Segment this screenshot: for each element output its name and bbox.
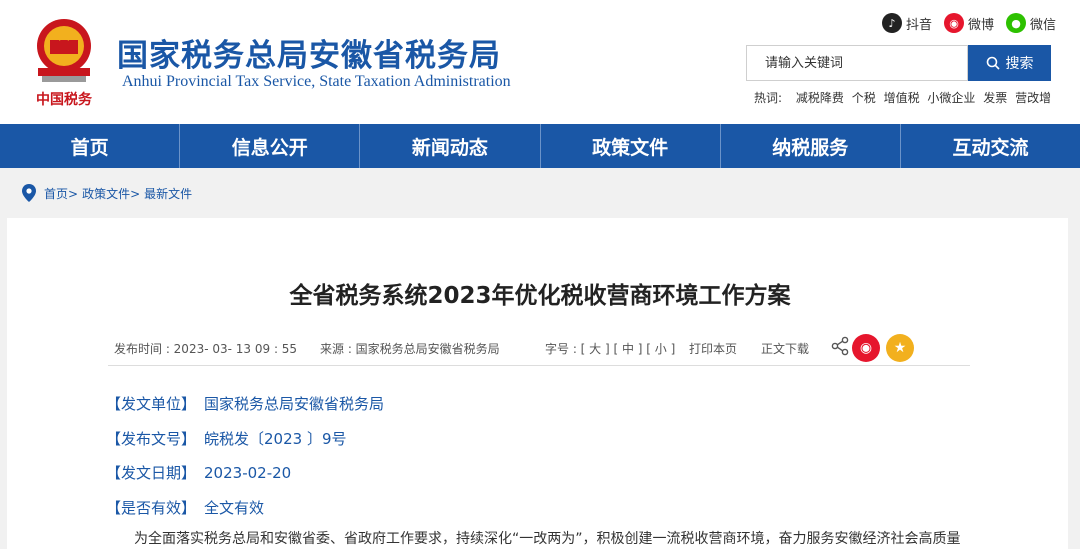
nav-item-policy[interactable]: 政策文件 bbox=[541, 124, 721, 168]
field-issuing-unit: 【发文单位】 国家税务总局安徽省税务局 bbox=[106, 393, 384, 414]
article-title: 全省税务系统2023年优化税收营商环境工作方案 bbox=[289, 283, 791, 309]
nav-item-interaction[interactable]: 互动交流 bbox=[901, 124, 1080, 168]
search-button[interactable]: 搜索 bbox=[968, 45, 1051, 81]
douyin-icon: ♪ bbox=[882, 13, 902, 33]
field-value: 2023-02-20 bbox=[204, 464, 292, 482]
douyin-link[interactable]: ♪ 抖音 bbox=[882, 12, 932, 34]
meta-divider bbox=[108, 365, 970, 366]
hot-word[interactable]: 小微企业 bbox=[927, 91, 975, 105]
wechat-link[interactable]: ● 微信 bbox=[1006, 12, 1056, 34]
nav-item-home[interactable]: 首页 bbox=[0, 124, 181, 168]
weibo-link[interactable]: ◉ 微博 bbox=[944, 12, 994, 34]
field-value: 全文有效 bbox=[204, 499, 265, 517]
site-subtitle: Anhui Provincial Tax Service, State Taxa… bbox=[122, 73, 511, 90]
field-issue-date: 【发文日期】 2023-02-20 bbox=[106, 462, 291, 483]
field-value: 皖税发〔2023 〕9号 bbox=[204, 430, 347, 448]
hot-word[interactable]: 减税降费 bbox=[796, 91, 844, 105]
site-header: 中国税务 国家税务总局安徽省税务局 Anhui Provincial Tax S… bbox=[0, 0, 1080, 124]
hot-word[interactable]: 营改增 bbox=[1015, 91, 1051, 105]
publish-time: 发布时间 : 2023- 03- 13 09 : 55 bbox=[114, 342, 298, 356]
douyin-label: 抖音 bbox=[906, 17, 933, 33]
main-nav: 首页 信息公开 新闻动态 政策文件 纳税服务 互动交流 bbox=[0, 124, 1080, 168]
print-link[interactable]: 打印本页 bbox=[689, 340, 737, 357]
national-emblem-logo[interactable]: 中国税务 bbox=[24, 14, 104, 110]
article-source: 来源 : 国家税务总局安徽省税务局 bbox=[320, 342, 500, 356]
field-label: 【发布文号】 bbox=[106, 430, 197, 448]
weibo-icon: ◉ bbox=[944, 13, 964, 33]
field-label: 【发文日期】 bbox=[106, 464, 197, 482]
search-button-label: 搜索 bbox=[1005, 56, 1034, 72]
breadcrumb-policy[interactable]: 政策文件> bbox=[82, 185, 140, 202]
wechat-icon: ● bbox=[1006, 13, 1026, 33]
favorite-star-icon[interactable]: ★ bbox=[886, 334, 914, 362]
hot-word[interactable]: 发票 bbox=[983, 91, 1007, 105]
breadcrumb: 首页> 政策文件> 最新文件 bbox=[22, 184, 192, 202]
field-document-number: 【发布文号】 皖税发〔2023 〕9号 bbox=[106, 428, 347, 449]
hot-words-label: 热词: bbox=[754, 91, 783, 105]
article-body: 为全面落实税务总局和安徽省委、省政府工作要求，持续深化“一改两为”，积极创建一流… bbox=[134, 531, 961, 547]
field-value: 国家税务总局安徽省税务局 bbox=[204, 395, 385, 413]
site-title: 国家税务总局安徽省税务局 bbox=[117, 38, 501, 74]
wechat-label: 微信 bbox=[1030, 17, 1057, 33]
breadcrumb-home[interactable]: 首页> bbox=[44, 185, 78, 202]
breadcrumb-latest[interactable]: 最新文件 bbox=[144, 185, 192, 202]
field-label: 【是否有效】 bbox=[106, 499, 197, 517]
download-link[interactable]: 正文下载 bbox=[761, 340, 809, 357]
hot-word[interactable]: 个税 bbox=[852, 91, 876, 105]
weibo-label: 微博 bbox=[968, 17, 995, 33]
font-size-control[interactable]: 字号 : [ 大 ] [ 中 ] [ 小 ] bbox=[545, 340, 675, 357]
svg-text:中国税务: 中国税务 bbox=[36, 91, 93, 108]
location-pin-icon bbox=[22, 184, 36, 202]
field-validity: 【是否有效】 全文有效 bbox=[106, 497, 264, 518]
search-icon bbox=[986, 56, 1000, 70]
hot-word[interactable]: 增值税 bbox=[884, 91, 920, 105]
hot-words: 热词: 减税降费 个税 增值税 小微企业 发票 营改增 bbox=[754, 89, 1055, 106]
nav-item-tax-service[interactable]: 纳税服务 bbox=[721, 124, 901, 168]
search-input[interactable] bbox=[746, 45, 968, 81]
nav-item-info-disclosure[interactable]: 信息公开 bbox=[180, 124, 361, 168]
share-icon[interactable] bbox=[830, 336, 850, 356]
share-weibo-icon[interactable]: ◉ bbox=[852, 334, 880, 362]
field-label: 【发文单位】 bbox=[106, 395, 197, 413]
nav-item-news[interactable]: 新闻动态 bbox=[360, 124, 541, 168]
